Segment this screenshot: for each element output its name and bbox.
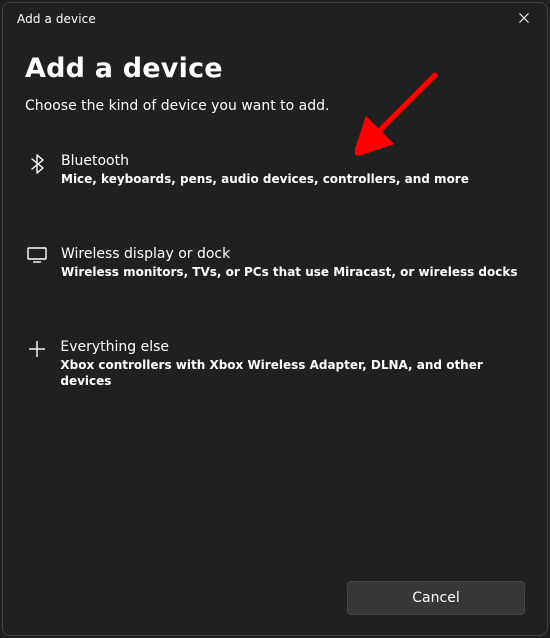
option-texts: Wireless display or dock Wireless monito…: [61, 245, 518, 280]
close-button[interactable]: [501, 3, 547, 35]
page-subtitle: Choose the kind of device you want to ad…: [25, 98, 525, 114]
add-device-dialog: Add a device Add a device Choose the kin…: [2, 2, 548, 636]
option-bluetooth[interactable]: Bluetooth Mice, keyboards, pens, audio d…: [25, 142, 525, 197]
option-description: Wireless monitors, TVs, or PCs that use …: [61, 264, 518, 280]
option-title: Bluetooth: [61, 152, 469, 170]
display-icon: [27, 247, 47, 263]
option-everything-else[interactable]: Everything else Xbox controllers with Xb…: [25, 328, 525, 399]
bluetooth-icon: [27, 154, 47, 174]
option-wireless-display[interactable]: Wireless display or dock Wireless monito…: [25, 235, 525, 290]
cancel-button[interactable]: Cancel: [347, 581, 525, 615]
option-title: Wireless display or dock: [61, 245, 518, 263]
option-texts: Bluetooth Mice, keyboards, pens, audio d…: [61, 152, 469, 187]
option-title: Everything else: [60, 338, 523, 356]
titlebar: Add a device: [3, 3, 547, 35]
option-description: Mice, keyboards, pens, audio devices, co…: [61, 171, 469, 187]
page-title: Add a device: [25, 53, 525, 84]
plus-icon: [27, 340, 46, 358]
cancel-button-label: Cancel: [412, 590, 459, 606]
window-title: Add a device: [17, 12, 96, 26]
dialog-content: Add a device Choose the kind of device y…: [3, 35, 547, 561]
dialog-footer: Cancel: [3, 561, 547, 635]
option-description: Xbox controllers with Xbox Wireless Adap…: [60, 357, 523, 389]
close-icon: [519, 12, 529, 26]
option-texts: Everything else Xbox controllers with Xb…: [60, 338, 523, 389]
